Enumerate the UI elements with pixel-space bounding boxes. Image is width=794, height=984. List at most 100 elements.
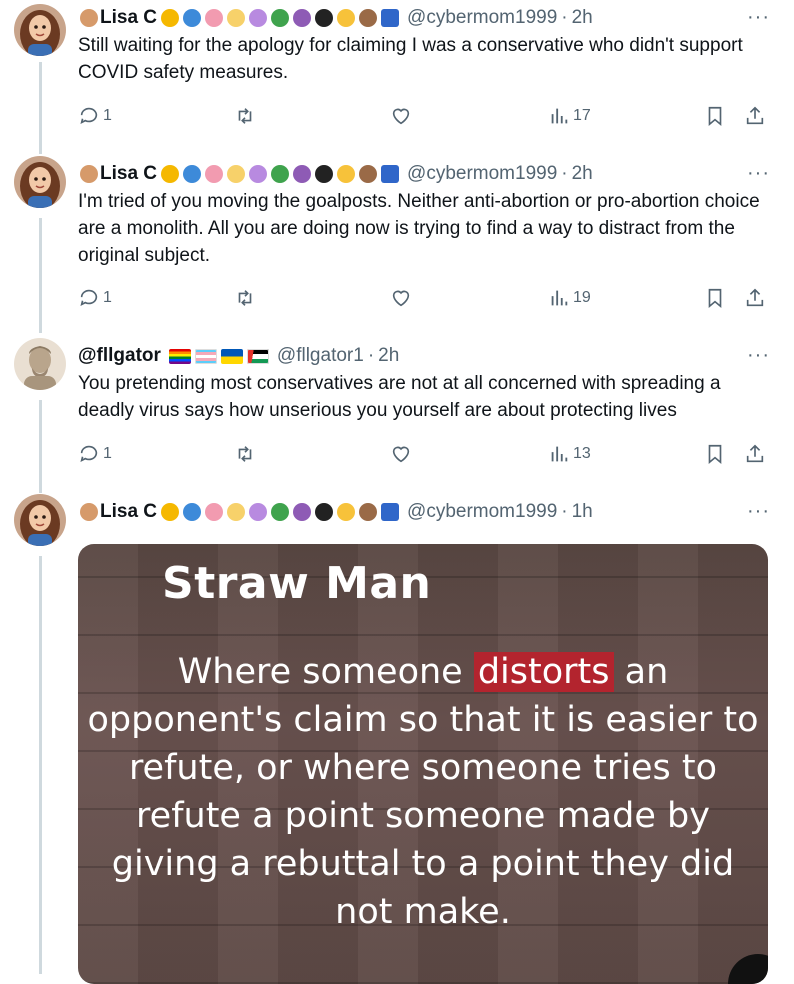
avatar[interactable] xyxy=(14,156,66,208)
tweet-text: I'm tried of you moving the goalposts. N… xyxy=(78,191,760,266)
reply-button[interactable]: 1 xyxy=(78,284,112,312)
like-icon xyxy=(392,446,410,463)
media-image[interactable]: Straw Man Where someone distorts an oppo… xyxy=(78,544,768,984)
card-body-text: an opponent's claim so that it is easier… xyxy=(87,652,759,932)
reply-button[interactable]: 1 xyxy=(78,102,112,130)
tweet-header: Lisa C @cybermom1999 · 2h xyxy=(78,6,593,30)
like-button[interactable] xyxy=(390,102,412,130)
ukraine-flag-icon xyxy=(220,348,243,364)
handle[interactable]: @fllgator1 xyxy=(277,345,364,367)
more-options-icon[interactable]: ··· xyxy=(747,6,770,29)
action-bar: 1 17 xyxy=(78,102,778,130)
avatar[interactable] xyxy=(14,338,66,390)
bookmark-icon xyxy=(708,444,722,465)
dna-icon xyxy=(249,165,268,183)
wheelchair-icon xyxy=(381,9,400,27)
reply-button[interactable]: 1 xyxy=(78,440,112,468)
like-button[interactable] xyxy=(390,284,412,312)
tweet[interactable]: Lisa C @cybermom1999 · 2h ··· Still wait… xyxy=(0,0,794,150)
retweet-icon xyxy=(238,108,252,124)
technologist-emoji-icon xyxy=(80,503,98,521)
avatar[interactable] xyxy=(14,4,66,56)
display-name[interactable]: @fllgator xyxy=(78,345,161,367)
tweet[interactable]: @fllgator @fllgator1 · 2h ··· You preten… xyxy=(0,338,794,488)
more-options-icon[interactable]: ··· xyxy=(747,500,770,523)
tweet[interactable]: Lisa C @cybermom1999 · 2h ··· I'm tried … xyxy=(0,156,794,336)
retweet-button[interactable] xyxy=(234,284,256,312)
name-emojis xyxy=(159,9,401,27)
technologist-emoji-icon xyxy=(80,9,98,27)
tweet-text: Still waiting for the apology for claimi… xyxy=(78,35,743,83)
card-body: Where someone distorts an opponent's cla… xyxy=(78,648,768,936)
recycle-icon xyxy=(271,165,290,183)
share-button[interactable] xyxy=(744,284,766,312)
card-corner-shape xyxy=(728,954,768,984)
reply-icon xyxy=(80,107,98,124)
share-button[interactable] xyxy=(744,440,766,468)
tweet[interactable]: Lisa C @cybermom1999 · 1h ··· Straw Man … xyxy=(0,494,794,984)
display-name[interactable]: Lisa C xyxy=(100,163,157,185)
bookmark-button[interactable] xyxy=(704,102,726,130)
person-blond-icon xyxy=(227,503,246,521)
person-blond-icon xyxy=(227,165,246,183)
action-bar: 1 19 xyxy=(78,284,778,312)
views-button[interactable]: 19 xyxy=(548,284,591,312)
views-button[interactable]: 17 xyxy=(548,102,591,130)
retweet-icon xyxy=(238,290,252,306)
elder-icon xyxy=(359,9,378,27)
graduation-cap-icon xyxy=(315,165,334,183)
handle[interactable]: @cybermom1999 xyxy=(407,7,557,29)
butterfly-icon xyxy=(183,503,202,521)
brain-icon xyxy=(205,9,224,27)
smiling-hearts-icon xyxy=(337,503,356,521)
transgender-flag-icon xyxy=(194,348,217,364)
reply-icon xyxy=(80,289,98,306)
sun-icon xyxy=(161,165,180,183)
bookmark-icon xyxy=(708,288,722,309)
elder-icon xyxy=(359,165,378,183)
like-icon xyxy=(392,290,410,307)
share-button[interactable] xyxy=(744,102,766,130)
card-highlight: distorts xyxy=(473,652,614,692)
views-count: 13 xyxy=(573,445,591,462)
timestamp[interactable]: 2h xyxy=(572,7,593,29)
palestine-flag-icon xyxy=(246,348,269,364)
views-icon xyxy=(551,108,568,124)
share-icon xyxy=(746,106,764,125)
handle[interactable]: @cybermom1999 xyxy=(407,163,557,185)
rainbow-flag-icon xyxy=(168,348,191,364)
smiling-hearts-icon xyxy=(337,9,356,27)
pregnant-person-icon xyxy=(293,165,312,183)
timestamp[interactable]: 2h xyxy=(378,345,399,367)
views-count: 17 xyxy=(573,107,591,124)
dna-icon xyxy=(249,503,268,521)
sun-icon xyxy=(161,9,180,27)
action-bar: 1 13 xyxy=(78,440,778,468)
handle[interactable]: @cybermom1999 xyxy=(407,501,557,523)
tweet-text: You pretending most conservatives are no… xyxy=(78,373,721,421)
recycle-icon xyxy=(271,503,290,521)
reply-icon xyxy=(80,445,98,462)
retweet-button[interactable] xyxy=(234,102,256,130)
bookmark-button[interactable] xyxy=(704,440,726,468)
retweet-button[interactable] xyxy=(234,440,256,468)
tweet-header: Lisa C @cybermom1999 · 1h xyxy=(78,500,593,524)
display-name[interactable]: Lisa C xyxy=(100,501,157,523)
tweet-header: @fllgator @fllgator1 · 2h xyxy=(78,344,399,368)
views-count: 19 xyxy=(573,289,591,306)
person-blond-icon xyxy=(227,9,246,27)
recycle-icon xyxy=(271,9,290,27)
more-options-icon[interactable]: ··· xyxy=(747,162,770,185)
butterfly-icon xyxy=(183,9,202,27)
views-button[interactable]: 13 xyxy=(548,440,591,468)
avatar[interactable] xyxy=(14,494,66,546)
more-options-icon[interactable]: ··· xyxy=(747,344,770,367)
reply-count: 1 xyxy=(103,289,112,306)
display-name[interactable]: Lisa C xyxy=(100,7,157,29)
wheelchair-icon xyxy=(381,503,400,521)
bookmark-button[interactable] xyxy=(704,284,726,312)
timestamp[interactable]: 1h xyxy=(572,501,593,523)
graduation-cap-icon xyxy=(315,503,334,521)
like-button[interactable] xyxy=(390,440,412,468)
timestamp[interactable]: 2h xyxy=(572,163,593,185)
